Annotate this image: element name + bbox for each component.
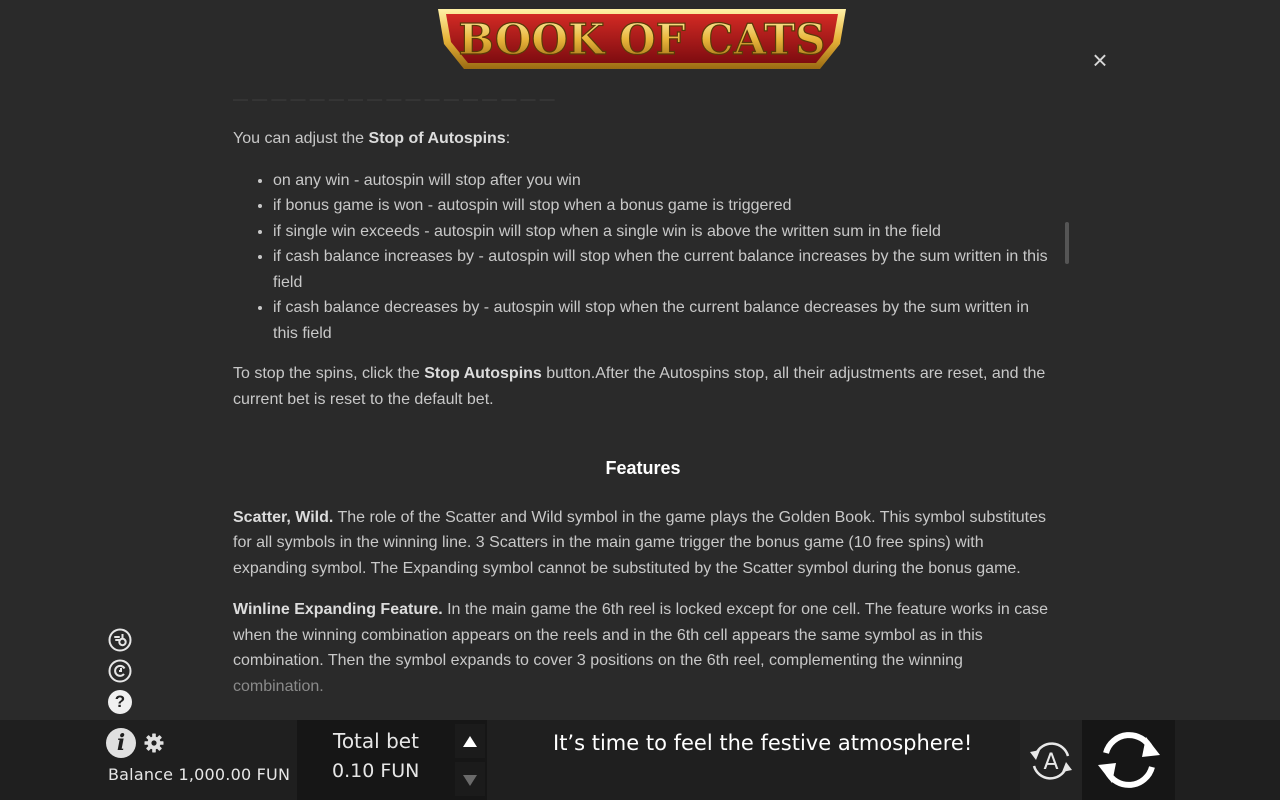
features-heading: Features (605, 458, 681, 478)
gear-icon (144, 733, 164, 753)
scatter-bold: Scatter, Wild. (233, 508, 334, 526)
side-icon-column: ? (108, 628, 134, 721)
winline-bold: Winline Expanding Feature. (233, 601, 443, 618)
autoplay-letter: A (1043, 750, 1058, 775)
spin-icon (1098, 732, 1160, 788)
message-ticker: It’s time to feel the festive atmosphere… (553, 731, 973, 755)
bet-decrease-button[interactable] (455, 762, 485, 796)
autoplay-icon: A (1030, 742, 1072, 780)
autospins-intro: You can adjust the Stop of Autospins: (233, 126, 1053, 152)
scatter-body: The role of the Scatter and Wild symbol … (233, 508, 1046, 577)
list-item: if cash balance decreases by - autospin … (273, 295, 1053, 346)
help-button[interactable]: ? (108, 690, 132, 714)
intro-colon: : (505, 130, 511, 147)
settings-button[interactable] (144, 733, 164, 753)
info-icon: i (116, 730, 126, 756)
total-bet-label: Total bet (333, 729, 419, 753)
bonus-buy-button[interactable] (108, 628, 132, 652)
history-button[interactable] (108, 659, 132, 683)
logo-text: BOOK OF CATS (459, 15, 826, 64)
spin-button[interactable] (1094, 727, 1164, 793)
close-icon: × (1092, 45, 1108, 75)
stop-text-pre: To stop the spins, click the (233, 365, 425, 382)
intro-bold: Stop of Autospins (368, 130, 506, 147)
rules-panel[interactable]: — — — — — — — — — — — — — — — — — You ca… (233, 80, 1053, 700)
balance-display: Balance 1,000.00 FUN (108, 765, 291, 784)
intro-text: You can adjust the (233, 130, 369, 147)
stop-options-list: on any win - autospin will stop after yo… (233, 168, 1053, 347)
logo-banner: BOOK OF CATS (438, 9, 846, 69)
autoplay-button[interactable]: A (1026, 736, 1076, 786)
scrollbar-thumb[interactable] (1065, 222, 1069, 264)
help-icon: ? (114, 692, 126, 711)
scatter-wild-text: Scatter, Wild. The role of the Scatter a… (233, 505, 1053, 582)
bet-increase-button[interactable] (455, 724, 485, 758)
winline-expanding-text: Winline Expanding Feature. In the main g… (233, 597, 1053, 699)
history-icon (108, 659, 132, 683)
stop-autospins-text: To stop the spins, click the Stop Autosp… (233, 361, 1053, 412)
rules-content: — — — — — — — — — — — — — — — — — You ca… (233, 87, 1053, 699)
top-fade (233, 80, 1053, 114)
close-button[interactable]: × (1088, 45, 1112, 75)
total-bet-value: 0.10 FUN (332, 760, 420, 782)
winline-last-word: combination. (233, 677, 324, 695)
list-item: if single win exceeds - autospin will st… (273, 219, 1053, 245)
list-item: if bonus game is won - autospin will sto… (273, 193, 1053, 219)
info-button[interactable]: i (106, 728, 136, 758)
bonus-buy-icon (108, 628, 132, 652)
list-item: on any win - autospin will stop after yo… (273, 168, 1053, 194)
stop-text-bold: Stop Autospins (424, 365, 542, 382)
list-item: if cash balance increases by - autospin … (273, 244, 1053, 295)
game-logo: BOOK OF CATS (436, 8, 848, 70)
